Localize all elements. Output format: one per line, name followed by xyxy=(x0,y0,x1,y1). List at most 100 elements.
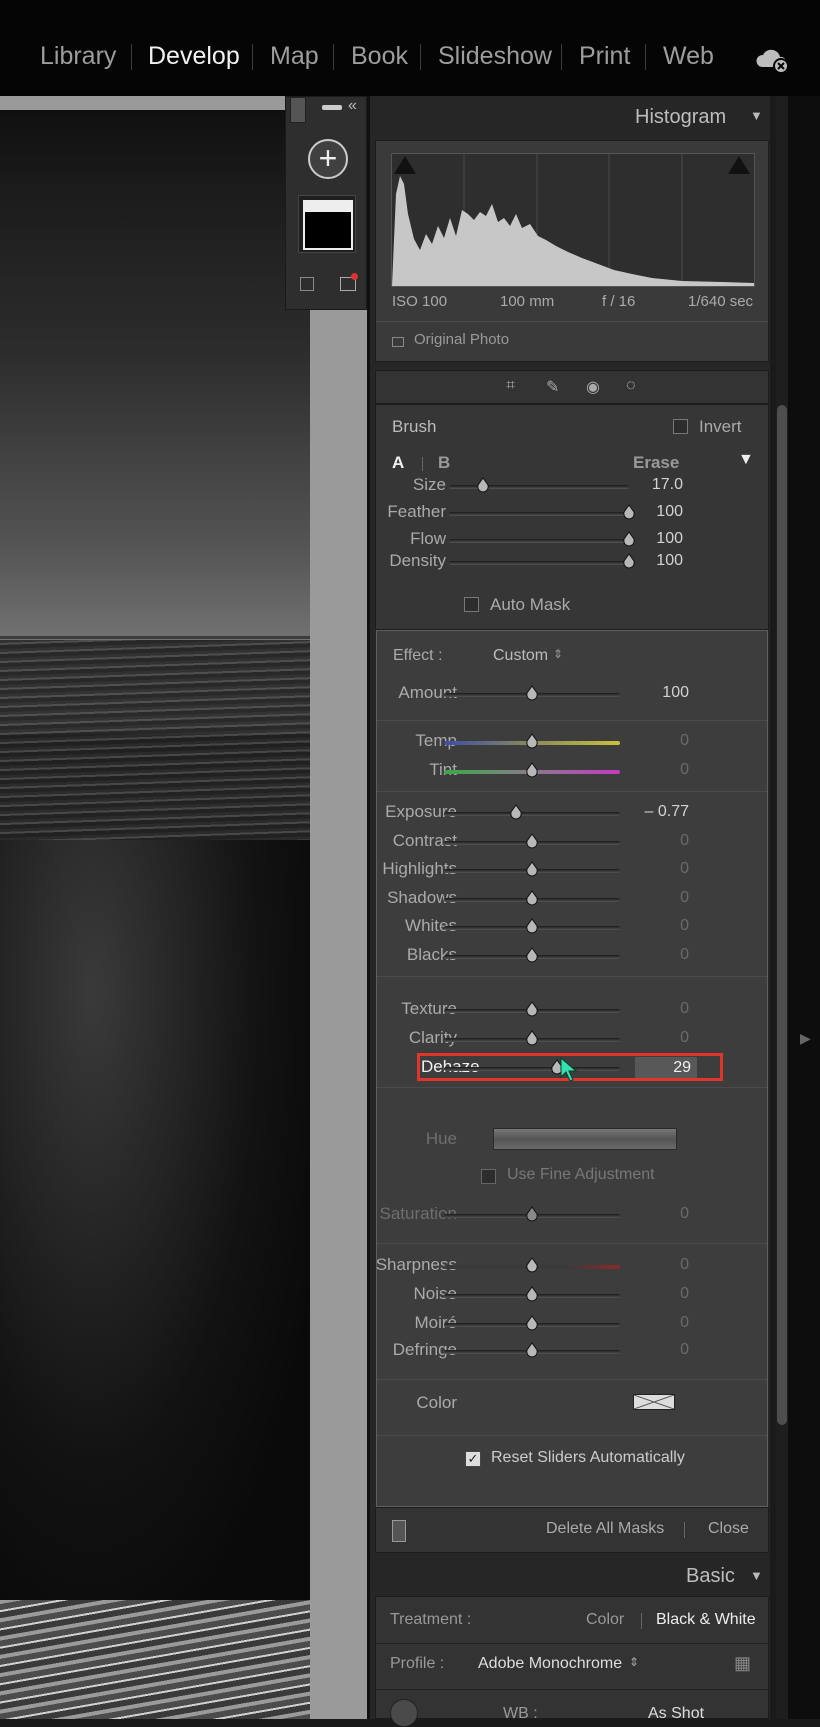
brush-options-triangle-icon[interactable]: ▼ xyxy=(738,451,754,469)
exposure-value[interactable]: – 0.77 xyxy=(639,803,689,821)
collapse-icon[interactable]: « xyxy=(348,97,357,115)
profile-browser-grid-icon[interactable]: ▦ xyxy=(734,1653,751,1674)
whites-value[interactable]: 0 xyxy=(639,917,689,935)
wb-eyedropper-icon[interactable] xyxy=(390,1699,418,1727)
module-library[interactable]: Library xyxy=(40,42,116,71)
panel-handle-icon[interactable] xyxy=(290,97,306,123)
auto-mask-label: Auto Mask xyxy=(490,595,571,614)
healing-icon[interactable]: ✎ xyxy=(546,377,559,397)
mask-toggle-icon[interactable] xyxy=(392,1520,406,1542)
noise-slider-thumb[interactable] xyxy=(525,1286,539,1302)
delete-all-masks-button[interactable]: Delete All Masks xyxy=(546,1520,664,1538)
treatment-bw-option[interactable]: Black & White xyxy=(656,1611,756,1629)
moir-slider-thumb[interactable] xyxy=(525,1315,539,1331)
highlight-clipping-icon[interactable] xyxy=(728,156,750,174)
feather-slider-track[interactable] xyxy=(449,512,629,516)
flow-slider-track[interactable] xyxy=(449,539,629,543)
preset-chevron-icon[interactable]: ⇕ xyxy=(553,647,563,661)
fine-adjustment-checkbox[interactable] xyxy=(481,1169,496,1184)
amount-value[interactable]: 100 xyxy=(639,684,689,702)
saturation-label: Saturation xyxy=(379,1204,458,1223)
noise-value[interactable]: 0 xyxy=(639,1285,689,1303)
close-button[interactable]: Close xyxy=(708,1520,749,1538)
wb-select[interactable]: As Shot xyxy=(648,1705,704,1723)
brush-erase-tab[interactable]: Erase xyxy=(633,453,679,473)
texture-value[interactable]: 0 xyxy=(639,1000,689,1018)
add-mask-icon[interactable]: + xyxy=(308,139,348,179)
texture-slider-thumb[interactable] xyxy=(525,1001,539,1017)
size-slider-thumb[interactable] xyxy=(476,477,490,493)
profile-select[interactable]: Adobe Monochrome xyxy=(478,1655,622,1673)
highlights-value[interactable]: 0 xyxy=(639,860,689,878)
shadows-value[interactable]: 0 xyxy=(639,889,689,907)
clarity-slider-row: Clarity 0 xyxy=(377,1028,769,1052)
collapse-triangle-icon[interactable]: ▼ xyxy=(750,1568,763,1583)
amount-label: Amount xyxy=(398,683,457,702)
flow-value[interactable]: 100 xyxy=(633,530,683,548)
minimize-icon[interactable] xyxy=(322,105,342,110)
sharpness-slider-thumb[interactable] xyxy=(525,1257,539,1273)
crop-icon[interactable]: ⌗ xyxy=(506,377,515,395)
amount-slider-thumb[interactable] xyxy=(525,685,539,701)
whites-slider-thumb[interactable] xyxy=(525,918,539,934)
density-slider-track[interactable] xyxy=(449,561,629,565)
size-value[interactable]: 17.0 xyxy=(633,476,683,494)
contrast-value[interactable]: 0 xyxy=(639,832,689,850)
expand-panel-icon[interactable]: ▶ xyxy=(800,1030,811,1047)
shadow-clipping-icon[interactable] xyxy=(394,156,416,174)
reset-sliders-checkbox[interactable]: ✓ xyxy=(465,1451,481,1467)
blacks-slider-thumb[interactable] xyxy=(525,947,539,963)
temp-value[interactable]: 0 xyxy=(639,732,689,750)
flow-slider-row: Flow 100 xyxy=(376,529,768,553)
temp-slider-thumb[interactable] xyxy=(525,733,539,749)
module-book[interactable]: Book xyxy=(351,42,408,71)
module-slideshow[interactable]: Slideshow xyxy=(438,42,552,71)
exposure-slider-track[interactable] xyxy=(444,812,620,816)
highlights-slider-thumb[interactable] xyxy=(525,861,539,877)
saturation-value[interactable]: 0 xyxy=(639,1205,689,1223)
module-print[interactable]: Print xyxy=(579,42,630,71)
module-develop[interactable]: Develop xyxy=(148,42,240,71)
treatment-color-option[interactable]: Color xyxy=(586,1611,624,1629)
module-map[interactable]: Map xyxy=(270,42,319,71)
overlay-color-icon[interactable] xyxy=(340,273,358,291)
sharpness-value[interactable]: 0 xyxy=(639,1256,689,1274)
defringe-slider-thumb[interactable] xyxy=(525,1342,539,1358)
basic-title[interactable]: Basic xyxy=(686,1565,735,1588)
brush-tab-a[interactable]: A xyxy=(392,453,404,473)
shadows-slider-row: Shadows 0 xyxy=(377,888,769,912)
density-value[interactable]: 100 xyxy=(633,552,683,570)
histogram-title[interactable]: Histogram xyxy=(635,106,726,129)
moir-value[interactable]: 0 xyxy=(639,1314,689,1332)
mask-thumbnail[interactable] xyxy=(298,195,356,253)
profile-chevron-icon[interactable]: ⇕ xyxy=(629,1655,639,1669)
blacks-value[interactable]: 0 xyxy=(639,946,689,964)
effect-panel: Effect : Custom ⇕ Amount 100 Temp 0 Tint 0 Exp… xyxy=(376,630,768,1507)
feather-value[interactable]: 100 xyxy=(633,503,683,521)
auto-mask-checkbox[interactable] xyxy=(464,597,479,612)
tint-slider-thumb[interactable] xyxy=(525,762,539,778)
cloud-sync-icon[interactable] xyxy=(756,45,790,75)
module-web[interactable]: Web xyxy=(663,42,714,71)
hue-bar[interactable] xyxy=(493,1128,677,1150)
color-swatch[interactable] xyxy=(633,1394,675,1410)
shadows-slider-thumb[interactable] xyxy=(525,890,539,906)
size-label: Size xyxy=(412,475,446,494)
original-photo-checkbox[interactable] xyxy=(392,337,404,347)
tint-value[interactable]: 0 xyxy=(639,761,689,779)
saturation-slider-thumb[interactable] xyxy=(525,1206,539,1222)
clarity-slider-thumb[interactable] xyxy=(525,1030,539,1046)
contrast-slider-thumb[interactable] xyxy=(525,833,539,849)
scrollbar-thumb[interactable] xyxy=(777,405,787,1425)
brush-tab-b[interactable]: B xyxy=(438,453,450,473)
effect-preset-select[interactable]: Custom xyxy=(493,647,548,665)
collapse-triangle-icon[interactable]: ▼ xyxy=(750,108,763,123)
photo-frame xyxy=(0,96,285,110)
show-overlay-checkbox[interactable] xyxy=(300,277,314,291)
exposure-slider-thumb[interactable] xyxy=(509,804,523,820)
invert-checkbox[interactable] xyxy=(673,419,688,434)
red-eye-icon[interactable]: ◉ xyxy=(586,377,600,397)
clarity-value[interactable]: 0 xyxy=(639,1029,689,1047)
masking-icon[interactable]: ◌ xyxy=(626,377,636,395)
defringe-value[interactable]: 0 xyxy=(639,1341,689,1359)
